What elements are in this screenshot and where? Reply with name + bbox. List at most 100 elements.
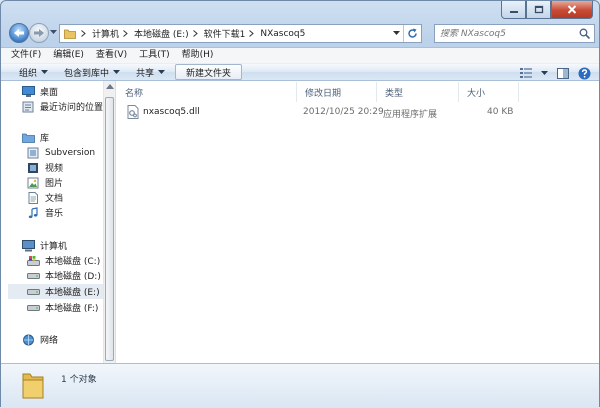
scroll-up-icon[interactable] <box>106 84 114 89</box>
file-name: nxascoq5.dll <box>143 107 200 117</box>
include-in-library-label: 包含到库中 <box>64 68 110 79</box>
view-controls <box>511 65 591 81</box>
chevron-down-icon <box>393 31 400 35</box>
drive-icon <box>26 269 40 282</box>
network-icon <box>21 333 35 346</box>
address-dropdown-button[interactable] <box>389 25 403 42</box>
sidebar-item-label: 图片 <box>45 179 64 189</box>
sidebar-item-label: 视频 <box>45 164 64 174</box>
organize-button[interactable]: 组织 <box>13 64 54 80</box>
chevron-right-icon[interactable] <box>123 30 128 37</box>
sidebar-item-label: 本地磁盘 (C:) <box>45 257 101 267</box>
navigation-bar: 计算机 本地磁盘 (E:) 软件下载1 NXascoq5 <box>7 21 595 45</box>
breadcrumb-computer[interactable]: 计算机 <box>90 25 121 42</box>
file-size: 40 KB <box>487 107 514 117</box>
maximize-button[interactable] <box>526 1 551 19</box>
refresh-icon <box>408 28 417 38</box>
sidebar-item-label: Subversion <box>45 147 96 158</box>
close-icon <box>567 5 577 14</box>
sidebar-item-label: 计算机 <box>40 242 68 252</box>
explorer-window: 计算机 本地磁盘 (E:) 软件下载1 NXascoq5 搜索 NXascoq5… <box>0 0 600 408</box>
search-icon[interactable] <box>579 28 590 39</box>
sidebar-item-label: 音乐 <box>45 209 64 219</box>
breadcrumb-drive-e[interactable]: 本地磁盘 (E:) <box>132 25 191 42</box>
sidebar-item-computer[interactable]: 计算机 <box>21 238 115 253</box>
share-label: 共享 <box>136 68 155 79</box>
chevron-right-icon[interactable] <box>192 30 198 37</box>
command-bar: 组织 包含到库中 共享 新建文件夹 <box>1 63 599 81</box>
computer-icon <box>21 239 35 252</box>
minimize-icon <box>509 10 518 13</box>
include-in-library-button[interactable]: 包含到库中 <box>58 64 126 80</box>
share-button[interactable]: 共享 <box>130 64 171 80</box>
sidebar-item-recent-places[interactable]: 最近访问的位置 <box>21 99 115 114</box>
window-controls <box>501 1 593 19</box>
organize-label: 组织 <box>19 68 38 79</box>
scrollbar-thumb[interactable] <box>105 97 114 361</box>
address-bar[interactable]: 计算机 本地磁盘 (E:) 软件下载1 NXascoq5 <box>59 24 422 43</box>
arrow-right-icon <box>34 29 44 37</box>
sidebar-item-label: 库 <box>40 134 50 144</box>
folder-icon <box>64 29 76 39</box>
sidebar-item-label: 网络 <box>40 336 59 346</box>
chevron-down-icon <box>158 70 166 74</box>
maximize-icon <box>534 5 543 14</box>
close-button[interactable] <box>551 1 593 19</box>
menu-file[interactable]: 文件(F) <box>5 48 47 63</box>
table-row[interactable]: nxascoq5.dll 2012/10/25 20:29 应用程序扩展 40 … <box>125 105 545 121</box>
chevron-right-icon <box>81 30 86 37</box>
navigation-pane: 桌面 最近访问的位置 库 Subversion 视频 图片 文档 音乐 计算机 … <box>1 81 116 363</box>
menu-bar: 文件(F) 编辑(E) 查看(V) 工具(T) 帮助(H) <box>1 47 599 63</box>
chevron-down-icon <box>41 70 49 74</box>
chevron-down-icon[interactable] <box>541 71 548 75</box>
menu-tools[interactable]: 工具(T) <box>133 48 176 63</box>
minimize-button[interactable] <box>501 1 526 19</box>
document-icon <box>26 191 40 204</box>
view-options-icon[interactable] <box>520 68 532 78</box>
library-icon <box>26 146 40 159</box>
sidebar-item-libraries[interactable]: 库 <box>21 130 115 145</box>
help-icon[interactable] <box>578 67 591 80</box>
dll-file-icon <box>127 105 139 122</box>
desktop-icon <box>21 85 35 98</box>
preview-pane-icon[interactable] <box>557 67 569 79</box>
music-icon <box>26 206 40 219</box>
refresh-button[interactable] <box>403 25 421 42</box>
navigation-scrollbar[interactable] <box>103 81 115 363</box>
new-folder-button[interactable]: 新建文件夹 <box>175 64 243 80</box>
history-dropdown-icon[interactable] <box>50 30 57 35</box>
sidebar-item-desktop[interactable]: 桌面 <box>21 84 115 99</box>
chevron-down-icon <box>113 70 121 74</box>
chevron-right-icon[interactable] <box>249 30 255 37</box>
sidebar-item-label: 文档 <box>45 194 64 204</box>
menu-help[interactable]: 帮助(H) <box>176 48 220 63</box>
search-input[interactable] <box>435 28 575 39</box>
arrow-left-icon <box>14 29 24 37</box>
sidebar-item-label: 本地磁盘 (D:) <box>45 272 101 282</box>
picture-icon <box>26 176 40 189</box>
breadcrumb-downloads[interactable]: 软件下载1 <box>202 25 248 42</box>
column-header-type[interactable]: 类型 <box>377 82 459 102</box>
forward-button[interactable] <box>29 23 49 43</box>
details-pane: 1 个对象 <box>1 363 599 408</box>
column-header-modified[interactable]: 修改日期 <box>297 82 377 102</box>
search-box[interactable] <box>434 24 595 43</box>
breadcrumb-current-folder[interactable]: NXascoq5 <box>258 25 307 42</box>
column-header-size[interactable]: 大小 <box>459 82 519 102</box>
item-count: 1 个对象 <box>61 375 97 385</box>
menu-edit[interactable]: 编辑(E) <box>47 48 90 63</box>
libraries-icon <box>21 131 35 144</box>
recent-places-icon <box>21 100 35 113</box>
file-list: 名称 修改日期 类型 大小 nxascoq5.dll 2012/10/25 20… <box>117 81 599 363</box>
sidebar-item-label: 最近访问的位置 <box>40 103 104 113</box>
sidebar-item-label: 桌面 <box>40 88 59 98</box>
sidebar-item-network[interactable]: 网络 <box>21 332 115 347</box>
drive-icon <box>26 285 40 298</box>
back-button[interactable] <box>9 23 29 43</box>
sidebar-item-label: 本地磁盘 (F:) <box>45 304 99 314</box>
video-icon <box>26 161 40 174</box>
column-header-name[interactable]: 名称 <box>117 82 297 102</box>
menu-view[interactable]: 查看(V) <box>90 48 133 63</box>
sidebar-item-drive-e[interactable]: 本地磁盘 (E:) <box>8 284 104 299</box>
system-drive-icon <box>26 254 40 267</box>
